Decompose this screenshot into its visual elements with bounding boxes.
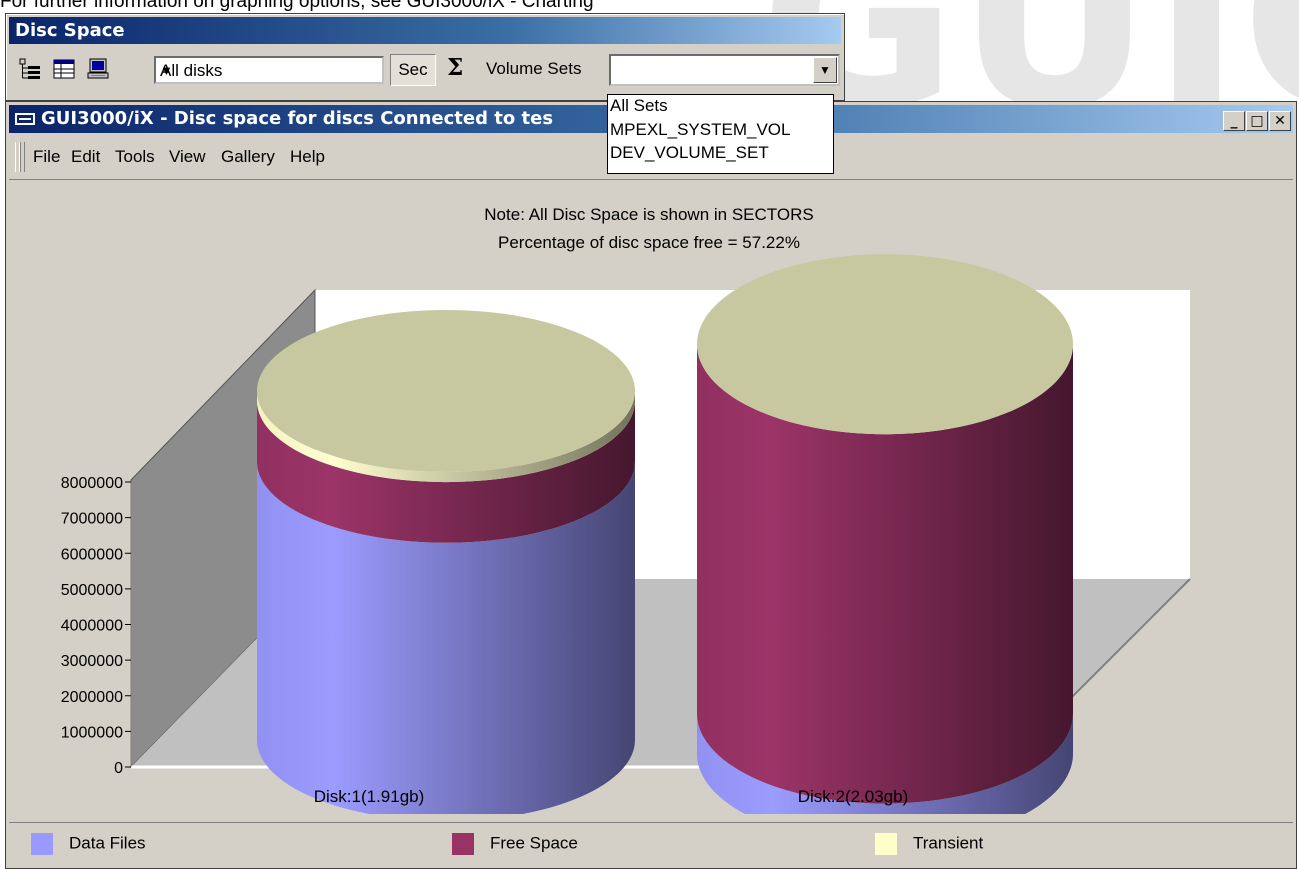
x-category-label-1: Disk:2(2.03gb) (798, 787, 909, 806)
window-title: GUI3000/iX - Disc space for discs Connec… (41, 108, 554, 129)
chart-subtitle-line-0: Note: All Disc Space is shown in SECTORS (484, 205, 813, 224)
menu-gallery[interactable]: Gallery (221, 147, 275, 167)
y-tick-label-3: 3000000 (61, 653, 123, 670)
legend-label-free-space: Free Space (490, 833, 578, 853)
grid-icon[interactable] (52, 57, 76, 81)
dropdown-option-dev-volume-set[interactable]: DEV_VOLUME_SET (608, 141, 833, 164)
menu-grip-handle-2[interactable] (19, 142, 25, 172)
dropdown-option-mpexl-system-vol[interactable]: MPEXL_SYSTEM_VOL (608, 118, 833, 141)
legend-swatch-free-space (452, 833, 474, 855)
x-category-label-0: Disk:1(1.91gb) (314, 787, 425, 806)
legend-item-free-space: Free Space (452, 833, 578, 855)
y-tick-label-7: 7000000 (61, 511, 123, 528)
y-tick-label-6: 6000000 (61, 546, 123, 563)
menu-view[interactable]: View (169, 147, 206, 167)
legend-item-data-files: Data Files (31, 833, 146, 855)
y-tick-label-2: 2000000 (61, 689, 123, 706)
y-tick-label-5: 5000000 (61, 582, 123, 599)
chart-legend: Data Files Free Space Transient (9, 822, 1293, 865)
cylinder-top-1 (697, 254, 1073, 435)
dropdown-option-all-sets[interactable]: All Sets (608, 95, 833, 118)
menu-tools[interactable]: Tools (115, 147, 155, 167)
page-caption: For further information on graphing opti… (0, 0, 594, 12)
volume-sets-select[interactable]: ▼ (609, 54, 840, 86)
menu-help[interactable]: Help (290, 147, 325, 167)
disc-space-chart: Note: All Disc Space is shown in SECTORS… (61, 205, 1191, 814)
y-tick-label-4: 4000000 (61, 618, 123, 635)
legend-swatch-data-files (31, 833, 53, 855)
close-button[interactable]: ✕ (1269, 111, 1291, 131)
chevron-down-icon[interactable]: ▼ (813, 57, 837, 83)
legend-item-transient: Transient (875, 833, 983, 855)
chart-area: Note: All Disc Space is shown in SECTORS… (9, 180, 1293, 814)
volume-sets-dropdown: All Sets MPEXL_SYSTEM_VOL DEV_VOLUME_SET (607, 94, 834, 174)
tree-icon[interactable] (18, 57, 42, 81)
window-menu-icon[interactable] (15, 113, 35, 125)
legend-label-data-files: Data Files (69, 833, 146, 853)
monitor-icon[interactable] (86, 57, 110, 81)
disc-space-chart-window: GUI3000/iX - Disc space for discs Connec… (5, 101, 1297, 869)
sum-button[interactable]: Σ (447, 54, 463, 81)
y-tick-label-0: 0 (114, 760, 123, 777)
disc-space-toolbar-window: Disc Space All disks ▼ Sec Σ Volume Sets… (5, 13, 845, 101)
legend-label-transient: Transient (913, 833, 984, 853)
y-tick-label-8: 8000000 (61, 475, 123, 492)
minimize-button[interactable]: _ (1223, 111, 1245, 131)
disk-select[interactable]: All disks ▼ (154, 56, 384, 84)
chart-subtitle-line-1: Percentage of disc space free = 57.22% (498, 233, 800, 252)
sectors-toggle-button[interactable]: Sec (390, 54, 436, 86)
menu-file[interactable]: File (33, 147, 60, 167)
maximize-button[interactable]: □ (1246, 111, 1268, 131)
y-tick-label-1: 1000000 (61, 724, 123, 741)
volume-sets-label: Volume Sets (486, 59, 582, 78)
chevron-down-icon[interactable]: ▼ (160, 63, 379, 78)
cylinder-top-0 (257, 309, 635, 472)
legend-swatch-transient (875, 833, 897, 855)
menu-edit[interactable]: Edit (71, 147, 100, 167)
toolbar-title: Disc Space (9, 17, 841, 44)
